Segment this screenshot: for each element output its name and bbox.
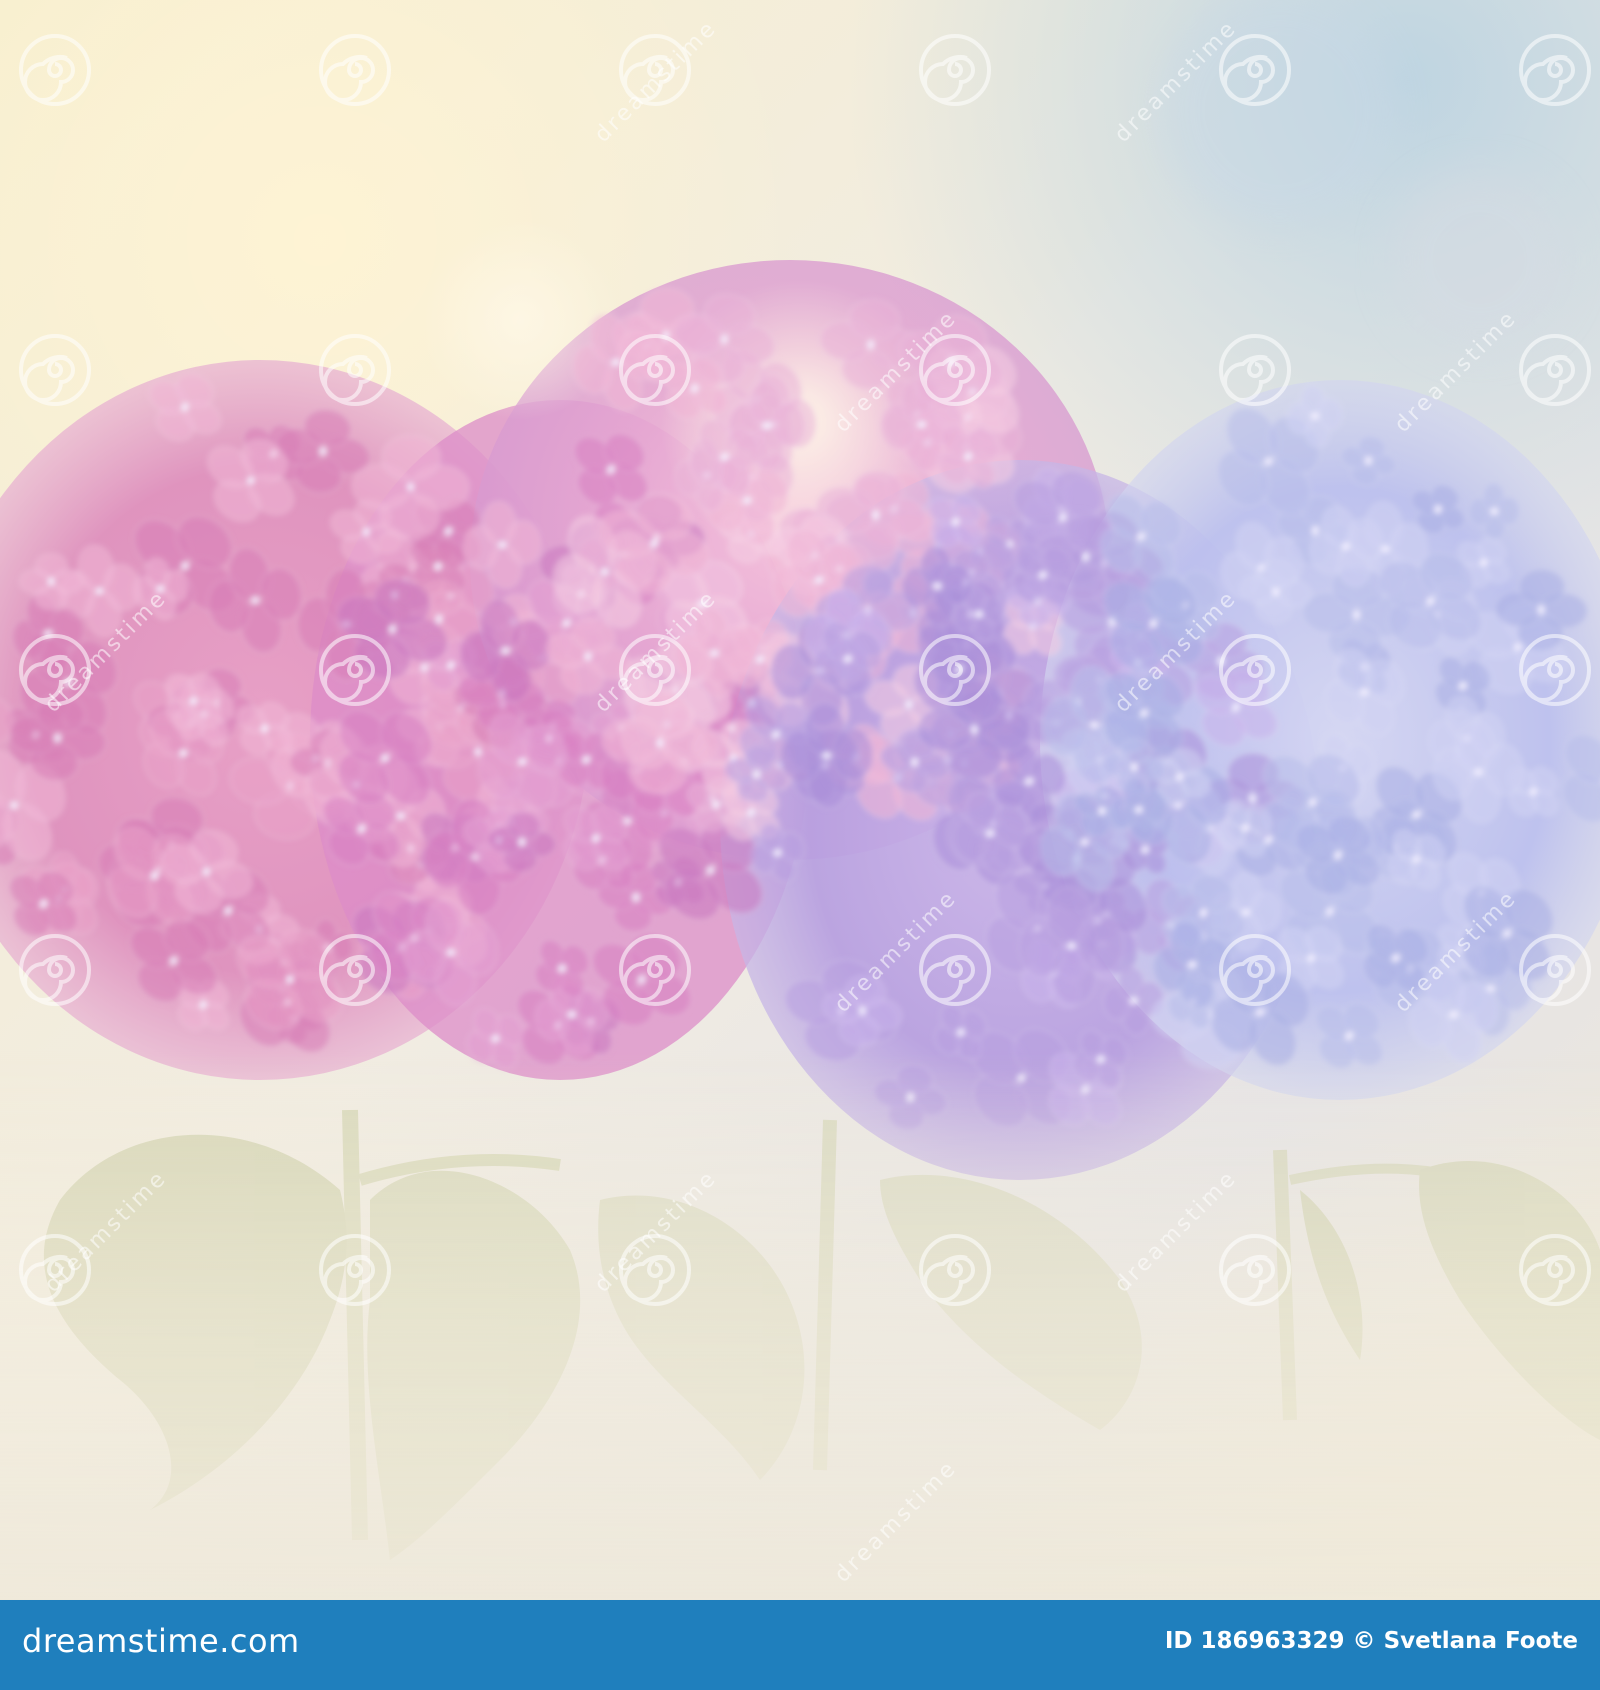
author-name[interactable]: Svetlana Foote (1384, 1628, 1578, 1654)
image-id: 186963329 (1200, 1628, 1345, 1654)
stock-photo-preview: dreamstime dreamstime dreamstime dreamstime… (0, 0, 1600, 1690)
hydrangea-photo (0, 0, 1600, 1600)
credit-footer: dreamstime.com ID 186963329 © Svetlana F… (0, 1600, 1600, 1690)
brand-name[interactable]: dreamstime.com (22, 1622, 300, 1660)
image-credit: ID 186963329 © Svetlana Foote (1165, 1628, 1578, 1654)
id-label: ID (1164, 1628, 1193, 1654)
copyright-symbol: © (1352, 1628, 1376, 1654)
